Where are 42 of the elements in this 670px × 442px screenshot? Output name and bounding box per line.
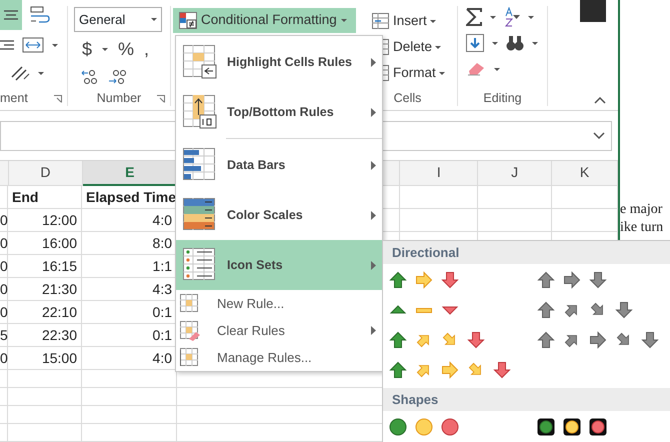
menu-item[interactable]: Icon Sets — [176, 240, 382, 290]
group-label: ment — [0, 90, 29, 106]
menu-item[interactable]: Data Bars — [176, 140, 382, 190]
table-cell: 22:30 — [8, 324, 82, 347]
number-format-dropdown[interactable]: General — [74, 7, 162, 32]
number-style-button[interactable]: , — [144, 36, 150, 62]
group-label: Number — [96, 90, 142, 106]
menu-item[interactable]: Top/Bottom Rules — [176, 87, 382, 137]
document-text: e major — [620, 202, 664, 218]
table-cell: 21:30 — [8, 278, 82, 301]
number-style-button[interactable]: $ — [82, 36, 92, 62]
menu-item[interactable]: Color Scales — [176, 190, 382, 240]
column-header[interactable]: D — [9, 161, 83, 186]
table-cell: End — [8, 186, 82, 209]
menu-item[interactable]: Clear Rules — [176, 317, 382, 344]
column-header[interactable]: K — [552, 161, 618, 186]
table-cell: 22:10 — [8, 301, 82, 324]
menu-item[interactable]: Highlight Cells Rules — [176, 37, 382, 87]
menu-item[interactable]: Manage Rules... — [176, 344, 382, 371]
number-style-button[interactable]: % — [118, 36, 134, 62]
table-cell: 0 — [0, 209, 8, 232]
table-cell: 0 — [0, 255, 8, 278]
column-header[interactable]: I — [400, 161, 478, 186]
group-label: Editing — [482, 90, 523, 106]
conditional-formatting-button[interactable]: Conditional Formatting — [173, 8, 356, 33]
table-cell: 16:00 — [8, 232, 82, 255]
document-text: ike turn — [620, 220, 664, 236]
table-cell: 15:00 — [8, 347, 82, 370]
table-cell: 5 — [0, 324, 8, 347]
table-cell: 16:15 — [8, 255, 82, 278]
section-header: Shapes — [383, 388, 670, 411]
section-header: Directional — [383, 241, 670, 264]
menu-item[interactable]: New Rule... — [176, 290, 382, 317]
table-cell: 0 — [0, 301, 8, 324]
table-cell: 0 — [0, 347, 8, 370]
cells-insert-button[interactable]: Insert — [372, 10, 451, 32]
table-cell: 12:00 — [8, 209, 82, 232]
table-cell: 0 — [0, 278, 8, 301]
column-header[interactable]: J — [478, 161, 552, 186]
group-label: Cells — [392, 90, 422, 106]
table-cell: 0 — [0, 232, 8, 255]
column-header[interactable]: E — [82, 161, 178, 186]
